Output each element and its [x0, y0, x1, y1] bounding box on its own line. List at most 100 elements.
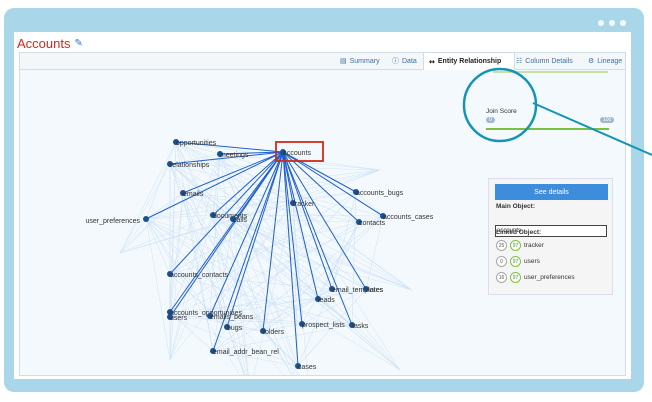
linked-object-name: user_preferences	[524, 274, 575, 281]
background-edge	[351, 191, 357, 326]
link-score-badge: 97	[510, 272, 521, 283]
node-label: leads	[318, 297, 335, 304]
node-relationships[interactable]: relationships	[167, 161, 210, 169]
see-details-button[interactable]: See details	[495, 184, 608, 200]
node-accounts-cases[interactable]: accounts_cases	[380, 213, 434, 221]
node-label: tasks	[352, 323, 369, 330]
tab-column-details[interactable]: ☷ Column Details	[516, 53, 573, 69]
node-label: accounts_cases	[383, 214, 434, 221]
node-label: accounts	[283, 150, 312, 157]
tab-label: Column Details	[525, 57, 573, 65]
node-label: cases	[298, 364, 317, 371]
node-label: emails_beans	[210, 314, 254, 321]
join-score-slider[interactable]	[486, 128, 609, 130]
join-score-max: 100	[600, 117, 615, 123]
background-edge	[232, 218, 413, 291]
node-label: users	[170, 315, 188, 322]
node-label: notes	[366, 287, 384, 294]
linked-object-label: Linked Object:	[496, 229, 542, 236]
background-edge	[182, 169, 381, 194]
node-label: opportunities	[176, 140, 217, 147]
window-dot-icon[interactable]	[598, 20, 604, 26]
background-edge	[119, 163, 171, 254]
linked-object-name: tracker	[524, 242, 544, 249]
link-score-badge: 97	[510, 240, 521, 251]
node-cases[interactable]: cases	[295, 363, 317, 371]
join-score-label: Join Score	[486, 108, 517, 115]
node-leads[interactable]: leads	[315, 296, 335, 304]
link-count-badge: 16	[496, 272, 507, 283]
node-label: accounts_bugs	[356, 190, 404, 197]
node-accounts[interactable]: accounts	[280, 149, 312, 157]
window-controls	[598, 20, 626, 26]
window-dot-icon[interactable]	[609, 20, 615, 26]
node-user-preferences[interactable]: user_preferences	[86, 216, 149, 225]
node-label: user_preferences	[86, 218, 141, 225]
node-label: emails	[183, 191, 204, 198]
link-count-badge: 0	[496, 256, 507, 267]
page-title-text: Accounts	[17, 36, 71, 51]
content-area: ▤ Summary ⓘ Data ↭ Entity Relationship ☷…	[19, 52, 626, 376]
tab-summary[interactable]: ▤ Summary	[340, 53, 380, 69]
window-dot-icon[interactable]	[620, 20, 626, 26]
node-label: bugs	[227, 325, 243, 332]
node-accounts-bugs[interactable]: accounts_bugs	[353, 189, 404, 197]
node-emails-beans[interactable]: emails_beans	[207, 313, 254, 321]
link-score-badge: 97	[510, 256, 521, 267]
node-contacts[interactable]: contacts	[356, 219, 386, 227]
top-score-track	[493, 71, 608, 73]
node-label: folders	[263, 329, 285, 336]
summary-icon: ▤	[340, 58, 347, 65]
column-details-icon: ☷	[516, 58, 523, 65]
join-score-fill	[486, 128, 609, 130]
linked-object-row[interactable]: 0 97 users	[496, 256, 540, 267]
page-title: Accounts ✎	[17, 36, 83, 51]
pencil-edit-icon[interactable]: ✎	[74, 38, 82, 49]
node-email-addr-bean-rel[interactable]: email_addr_bean_rel	[210, 348, 279, 356]
node-notes[interactable]: notes	[363, 286, 384, 294]
node-calls[interactable]: calls	[230, 216, 248, 224]
join-score-min: 0	[486, 117, 495, 123]
node-users[interactable]: users	[167, 314, 188, 322]
linked-object-row[interactable]: 16 97 user_preferences	[496, 272, 575, 283]
lineage-icon: ⚙	[588, 58, 595, 65]
tab-label: Lineage	[597, 57, 623, 65]
relationship-icon: ↭	[429, 58, 435, 66]
background-edge	[145, 218, 171, 361]
node-folders[interactable]: folders	[260, 328, 285, 336]
info-icon: ⓘ	[392, 58, 399, 65]
tab-lineage[interactable]: ⚙ Lineage	[588, 53, 622, 69]
node-bugs[interactable]: bugs	[224, 324, 243, 332]
node-prospect-lists[interactable]: prospect_lists	[299, 321, 345, 329]
tab-label: Summary	[349, 57, 380, 65]
node-tracker[interactable]: tracker	[290, 200, 315, 208]
main-object-label: Main Object:	[496, 203, 536, 210]
node-label: tracker	[293, 201, 315, 208]
linked-object-name: users	[524, 258, 540, 265]
node-tasks[interactable]: tasks	[349, 322, 369, 330]
node-label: prospect_lists	[302, 322, 345, 329]
node-opportunities[interactable]: opportunities	[173, 139, 217, 147]
background-edge	[169, 141, 177, 361]
main-panel: Accounts ✎ ▤ Summary ⓘ Data ↭ Entity Rel…	[14, 32, 631, 379]
background-edge	[119, 141, 177, 254]
node-label: relationships	[170, 162, 210, 169]
node-label: accounts_contacts	[170, 272, 228, 279]
node-label: calls	[233, 217, 248, 224]
node-emails[interactable]: emails	[180, 190, 204, 198]
background-edge	[262, 215, 384, 332]
node-accounts-contacts[interactable]: accounts_contacts	[167, 271, 228, 279]
node-label: meetings	[220, 152, 249, 159]
graph-nodes: accounts opportunitiesmeetings relationshi…	[86, 139, 434, 371]
tab-bar: ▤ Summary ⓘ Data ↭ Entity Relationship ☷…	[20, 53, 625, 70]
tab-entity-relationship[interactable]: ↭ Entity Relationship	[423, 53, 515, 70]
entity-relationship-graph[interactable]: accounts opportunities meetings relationshi…	[20, 70, 625, 375]
linked-object-row[interactable]: 25 97 tracker	[496, 240, 544, 251]
tab-data[interactable]: ⓘ Data	[392, 53, 417, 69]
node-label: email_addr_bean_rel	[213, 349, 279, 356]
tab-label: Entity Relationship	[437, 58, 502, 65]
tab-label: Data	[402, 57, 417, 65]
node-dot[interactable]	[143, 216, 149, 222]
node-label: contacts	[359, 220, 386, 227]
node-meetings[interactable]: meetings	[217, 151, 249, 159]
